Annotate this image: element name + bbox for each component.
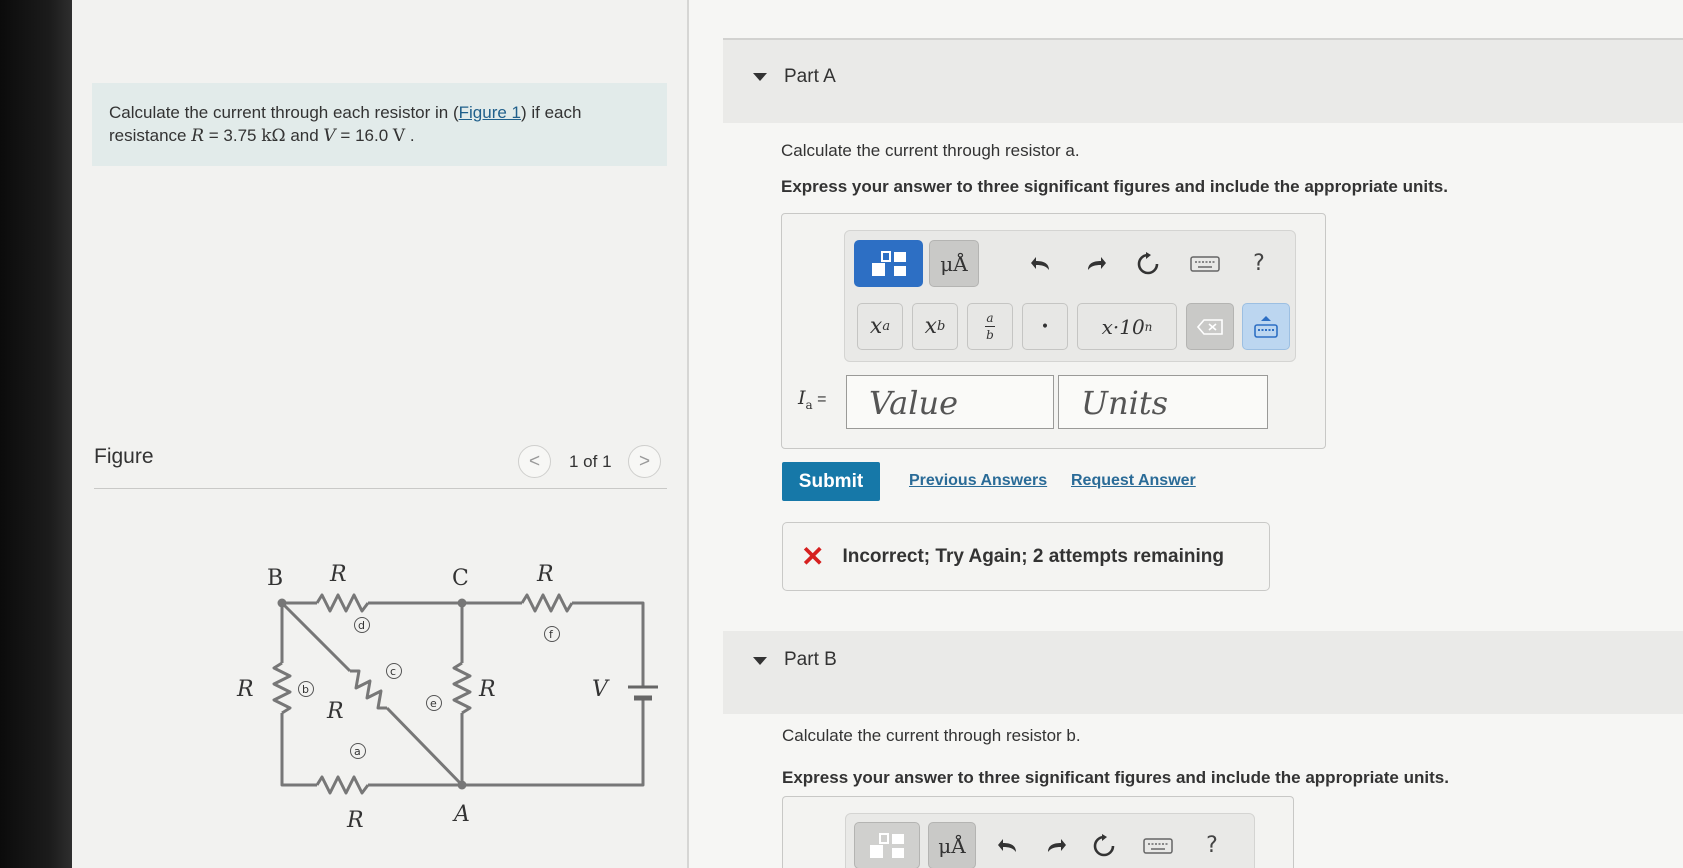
chevron-right-icon: > bbox=[638, 450, 651, 472]
undo-icon[interactable] bbox=[1021, 240, 1061, 287]
problem-pane: Calculate the current through each resis… bbox=[72, 0, 687, 868]
node-label-b: B bbox=[267, 566, 283, 591]
math-toolbar: μÅ ? bbox=[845, 813, 1255, 868]
units-button[interactable]: μÅ bbox=[929, 240, 979, 287]
value-input[interactable]: Value bbox=[846, 375, 1054, 429]
part-a-instruction: Express your answer to three significant… bbox=[781, 177, 1448, 196]
problem-statement: Calculate the current through each resis… bbox=[92, 83, 667, 166]
figure-title: Figure bbox=[94, 445, 154, 468]
node-label-c: C bbox=[452, 566, 469, 591]
mark-e: e bbox=[430, 697, 437, 710]
help-button[interactable]: ? bbox=[1192, 822, 1232, 868]
chevron-left-icon: < bbox=[528, 450, 541, 472]
mark-c: c bbox=[390, 665, 396, 678]
previous-figure-button[interactable]: < bbox=[518, 445, 551, 478]
answer-pane: Part A Calculate the current through res… bbox=[689, 0, 1683, 868]
wire bbox=[385, 706, 464, 787]
node-dot-a bbox=[457, 780, 467, 790]
dot-button[interactable]: • bbox=[1022, 303, 1068, 350]
scientific-notation-button[interactable]: x·10 n bbox=[1077, 303, 1177, 350]
undo-icon[interactable] bbox=[988, 822, 1028, 868]
redo-icon[interactable] bbox=[1076, 240, 1116, 287]
resistor-label-a: R bbox=[346, 808, 364, 833]
redo-icon[interactable] bbox=[1036, 822, 1076, 868]
collapse-triangle-icon bbox=[753, 657, 767, 665]
collapse-triangle-icon bbox=[753, 73, 767, 81]
fraction-button[interactable]: ab bbox=[967, 303, 1013, 350]
keyboard-toggle-icon[interactable] bbox=[1242, 303, 1290, 350]
node-label-a: A bbox=[452, 802, 470, 827]
part-b-title: Part B bbox=[784, 649, 837, 670]
mark-f: f bbox=[549, 628, 554, 641]
mark-a: a bbox=[354, 745, 361, 758]
part-a-title: Part A bbox=[784, 66, 836, 87]
part-b-answer-box: μÅ ? bbox=[782, 796, 1294, 868]
keyboard-icon[interactable] bbox=[1136, 822, 1180, 868]
part-b-header[interactable]: Part B bbox=[723, 631, 1683, 714]
part-b-question: Calculate the current through resistor b… bbox=[782, 726, 1081, 745]
reset-icon[interactable] bbox=[1084, 822, 1124, 868]
templates-button[interactable] bbox=[854, 822, 920, 868]
mark-b: b bbox=[302, 683, 309, 696]
wire bbox=[280, 601, 352, 673]
wire bbox=[462, 698, 645, 787]
submit-button[interactable]: Submit bbox=[782, 462, 880, 501]
resistor-b bbox=[272, 661, 292, 715]
node-dot-b bbox=[277, 598, 287, 608]
resistor-e bbox=[452, 661, 472, 715]
resistor-label-c: R bbox=[326, 699, 344, 724]
resistor-label-d: R bbox=[329, 562, 347, 587]
part-b-instruction: Express your answer to three significant… bbox=[782, 768, 1449, 787]
template-icon bbox=[870, 832, 904, 858]
resistor-d bbox=[315, 593, 370, 613]
help-button[interactable]: ? bbox=[1239, 240, 1279, 287]
figure-link[interactable]: Figure 1 bbox=[459, 103, 521, 122]
part-a-answer-box: μÅ ? xa xb ab • x·10 n Ia = Value Units bbox=[781, 213, 1326, 449]
template-icon bbox=[871, 250, 906, 276]
resistor-label-f: R bbox=[536, 562, 554, 587]
wire bbox=[280, 713, 317, 787]
request-answer-link[interactable]: Request Answer bbox=[1071, 472, 1196, 490]
math-toolbar: μÅ ? xa xb ab • x·10 n bbox=[844, 230, 1296, 362]
feedback-message: ✕ Incorrect; Try Again; 2 attempts remai… bbox=[782, 522, 1270, 591]
backspace-icon[interactable] bbox=[1186, 303, 1234, 350]
reset-icon[interactable] bbox=[1128, 240, 1168, 287]
resistor-a bbox=[315, 775, 370, 795]
circuit-diagram: B C A R R R R R R V d f b c e a bbox=[236, 562, 658, 833]
resistor-label-b: R bbox=[236, 677, 254, 702]
mark-d: d bbox=[358, 619, 365, 632]
part-a-question: Calculate the current through resistor a… bbox=[781, 141, 1080, 160]
node-dot-c bbox=[457, 598, 467, 608]
resistor-c bbox=[350, 669, 387, 710]
units-input[interactable]: Units bbox=[1058, 375, 1268, 429]
subscript-button[interactable]: xb bbox=[912, 303, 958, 350]
resistor-f bbox=[520, 593, 574, 613]
feedback-text: Incorrect; Try Again; 2 attempts remaini… bbox=[842, 545, 1224, 567]
wire bbox=[572, 601, 645, 687]
screen-bezel bbox=[0, 0, 72, 868]
templates-button[interactable] bbox=[854, 240, 923, 287]
resistor-label-e: R bbox=[478, 677, 496, 702]
superscript-button[interactable]: xa bbox=[857, 303, 903, 350]
battery-label-v: V bbox=[592, 677, 610, 702]
part-a-header[interactable]: Part A bbox=[723, 40, 1683, 123]
error-x-icon: ✕ bbox=[801, 541, 825, 572]
units-button[interactable]: μÅ bbox=[928, 822, 976, 868]
figure-pager: 1 of 1 bbox=[569, 452, 612, 471]
keyboard-icon[interactable] bbox=[1183, 240, 1227, 287]
answer-label: Ia = bbox=[798, 387, 827, 412]
figure-divider bbox=[94, 488, 667, 489]
previous-answers-link[interactable]: Previous Answers bbox=[909, 472, 1047, 490]
next-figure-button[interactable]: > bbox=[628, 445, 661, 478]
